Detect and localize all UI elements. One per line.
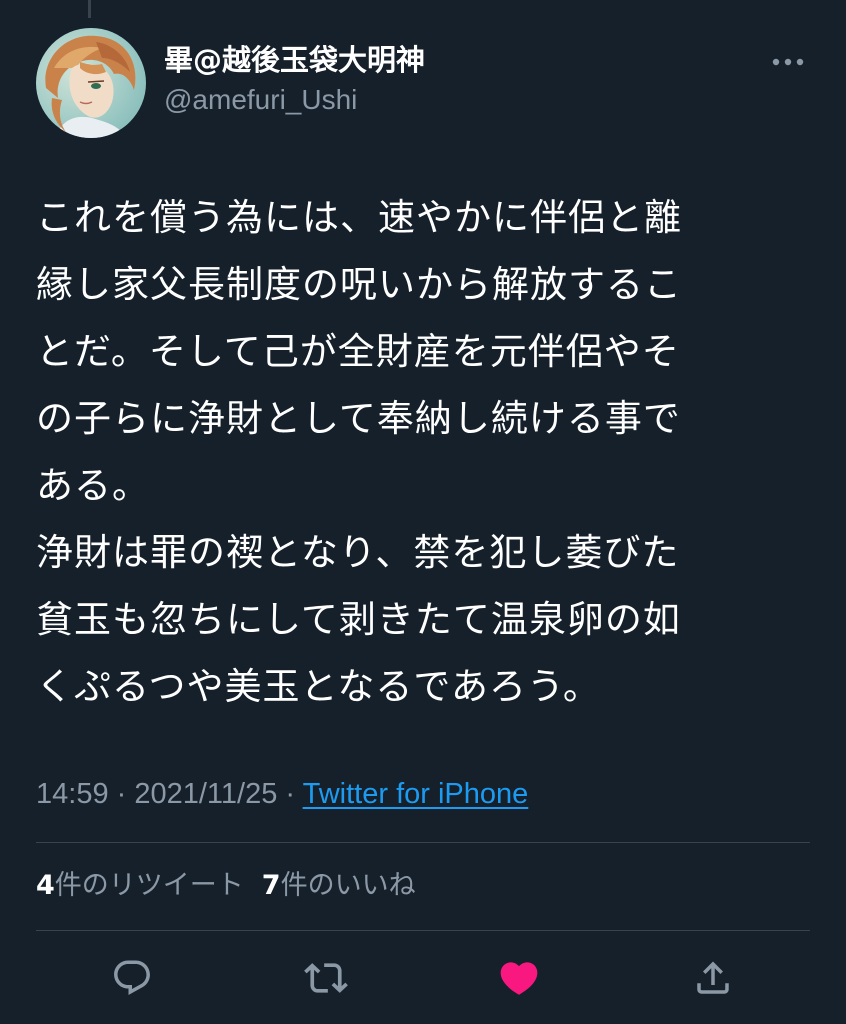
tweet-source-link[interactable]: Twitter for iPhone — [303, 778, 529, 810]
avatar[interactable] — [36, 28, 146, 138]
like-button[interactable] — [491, 950, 547, 1006]
author-names: 畢@越後玉袋大明神 @amefuri_Ushi — [164, 42, 425, 118]
tweet-date: 2021/11/25 — [134, 778, 278, 810]
reply-icon — [114, 960, 150, 995]
heart-icon — [500, 962, 538, 995]
tweet-actions — [0, 950, 846, 1006]
likes-stat[interactable]: 7件のいいね — [262, 870, 416, 901]
retweets-label: 件のリツイート — [54, 870, 244, 901]
likes-label: 件のいいね — [280, 870, 416, 901]
retweets-count: 4 — [36, 870, 55, 901]
author-display-name[interactable]: 畢@越後玉袋大明神 — [164, 42, 425, 78]
meta-separator: · — [277, 778, 303, 810]
thread-line — [88, 0, 91, 18]
share-icon — [697, 961, 729, 994]
meta-separator: · — [108, 778, 135, 810]
author-handle[interactable]: @amefuri_Ushi — [164, 82, 425, 118]
avatar-illustration — [36, 28, 146, 138]
tweet-text-line: 縁し家父長制度の呪いから解放するこ — [36, 263, 682, 306]
share-button[interactable] — [685, 950, 741, 1006]
retweets-stat[interactable]: 4件のリツイート — [36, 870, 244, 901]
retweet-icon — [304, 963, 348, 993]
likes-count: 7 — [261, 870, 281, 901]
tweet-text-line: とだ。そして己が全財産を元伴侶やそ — [36, 330, 680, 373]
retweet-button[interactable] — [298, 950, 354, 1006]
tweet-text-line: 浄財は罪の禊となり、禁を犯し萎びた — [36, 531, 680, 574]
tweet-text-line: これを償う為には、速やかに伴侶と離 — [36, 196, 682, 239]
tweet-detail: 畢@越後玉袋大明神 @amefuri_Ushi これを償う為には、速やかに伴侶と… — [0, 0, 846, 1024]
tweet-text: これを償う為には、速やかに伴侶と離 縁し家父長制度の呪いから解放するこ とだ。そ… — [36, 184, 806, 720]
tweet-stats: 4件のリツイート 7件のいいね — [36, 864, 416, 908]
tweet-text-line: ある。 — [36, 464, 150, 507]
divider — [36, 930, 810, 931]
tweet-time: 14:59 — [36, 778, 109, 810]
reply-button[interactable] — [104, 950, 160, 1006]
divider — [36, 842, 810, 843]
more-horizontal-icon — [772, 58, 804, 66]
tweet-header: 畢@越後玉袋大明神 @amefuri_Ushi — [36, 28, 812, 138]
more-options-button[interactable] — [768, 50, 808, 74]
tweet-meta: 14:59 · 2021/11/25 · Twitter for iPhone — [36, 772, 528, 816]
tweet-text-line: くぷるつや美玉となるであろう。 — [36, 665, 601, 708]
tweet-text-line: 貧玉も忽ちにして剥きたて温泉卵の如 — [36, 598, 681, 641]
tweet-text-line: の子らに浄財として奉納し続ける事で — [36, 397, 681, 440]
